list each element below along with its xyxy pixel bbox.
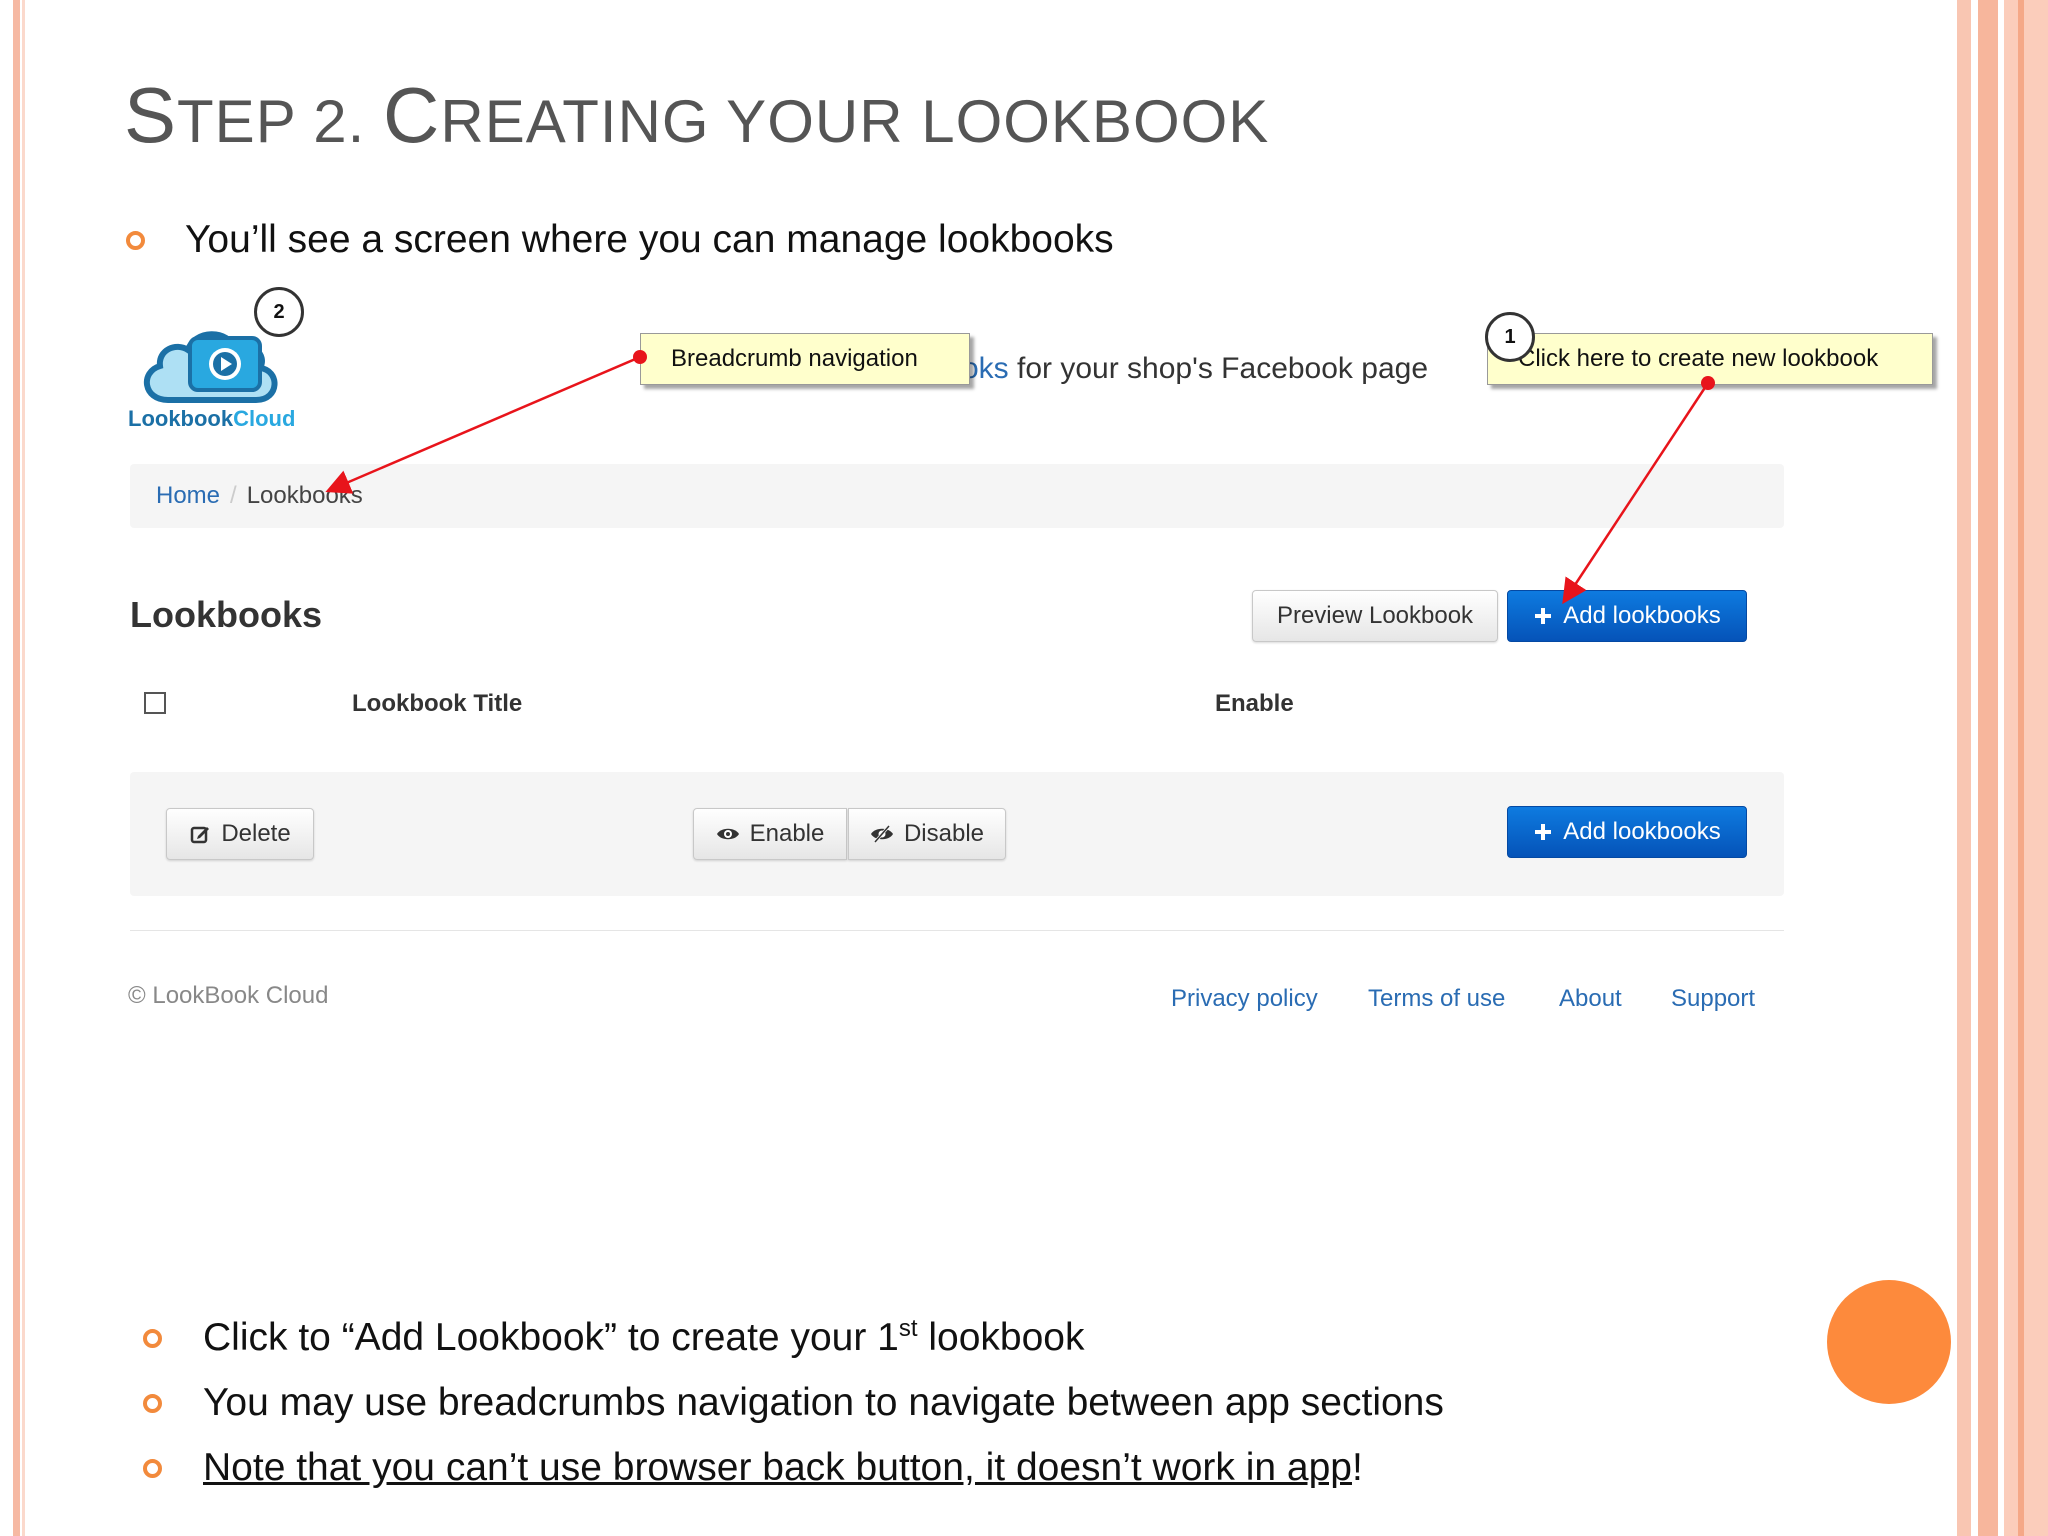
eye-slash-icon <box>870 825 894 843</box>
frame-stripe-right-3 <box>2004 0 2048 1536</box>
eye-icon <box>716 826 740 842</box>
frame-stripe-right <box>1957 0 1971 1536</box>
title-part: TEP 2. <box>177 88 384 155</box>
bullet-back-button-note: Note that you can’t use browser back but… <box>143 1446 1363 1490</box>
breadcrumb-home-link[interactable]: Home <box>156 482 220 510</box>
plus-icon <box>1533 822 1553 842</box>
breadcrumb-current: Lookbooks <box>246 482 363 509</box>
footer-link-privacy[interactable]: Privacy policy <box>1171 985 1318 1013</box>
bullet-text: You may use breadcrumbs navigation to na… <box>203 1381 1444 1424</box>
intro-bullet: You’ll see a screen where you can manage… <box>126 218 1114 262</box>
callout-breadcrumb: Breadcrumb navigation <box>640 333 970 385</box>
slide-title: STEP 2. CREATING YOUR LOOKBOOK <box>124 70 1269 161</box>
column-header-title[interactable]: Lookbook Title <box>352 690 522 718</box>
title-part: REATING YOUR LOOKBOOK <box>440 88 1270 155</box>
breadcrumb: Home / Lookbooks <box>130 464 1784 528</box>
bullet-add-lookbook: Click to “Add Lookbook” to create your 1… <box>143 1316 1084 1360</box>
callout-add-text: Click here to create new lookbook <box>1518 345 1879 372</box>
bullet-ring-icon <box>143 1458 162 1478</box>
bullet-text-part: Click to “Add Lookbook” to create your 1 <box>203 1316 899 1359</box>
edit-icon <box>189 823 211 845</box>
callout-add-lookbook: Click here to create new lookbook <box>1487 333 1933 385</box>
bullet-text-part: ! <box>1351 1446 1363 1489</box>
enable-button[interactable]: Enable <box>693 808 847 860</box>
delete-label: Delete <box>221 820 291 847</box>
bullet-text: You’ll see a screen where you can manage… <box>185 218 1114 261</box>
bullet-breadcrumbs: You may use breadcrumbs navigation to na… <box>143 1381 1444 1425</box>
add-lookbooks-button[interactable]: Add lookbooks <box>1507 590 1747 642</box>
plus-icon <box>1533 606 1553 626</box>
breadcrumb-separator: / <box>230 482 237 509</box>
add-lookbooks-label: Add lookbooks <box>1563 602 1721 629</box>
bullet-ring-icon <box>143 1328 162 1348</box>
delete-button[interactable]: Delete <box>166 808 314 860</box>
page-title: Lookbooks <box>130 594 323 635</box>
add-lookbooks-bottom-label: Add lookbooks <box>1563 818 1721 845</box>
frame-stripe-right-4 <box>2018 0 2024 1536</box>
logo-text-b: Cloud <box>233 406 296 431</box>
bullet-underlined-text: Note that you can’t use browser back but… <box>203 1446 1352 1489</box>
frame-stripe-left-inner <box>22 0 25 1536</box>
app-tagline: oks for your shop's Facebook page <box>962 352 1428 386</box>
footer-link-about[interactable]: About <box>1559 985 1622 1013</box>
footer-divider <box>130 930 1784 931</box>
enable-label: Enable <box>749 820 825 847</box>
bullet-text: Click to “Add Lookbook” to create your 1… <box>203 1316 1084 1360</box>
step-number-1: 1 <box>1485 312 1535 362</box>
callout-breadcrumb-text: Breadcrumb navigation <box>671 345 918 372</box>
footer-link-support[interactable]: Support <box>1671 985 1755 1013</box>
select-all-checkbox[interactable] <box>144 692 166 714</box>
step-number-2: 2 <box>254 287 304 337</box>
title-letter: C <box>383 71 441 159</box>
disable-button[interactable]: Disable <box>848 808 1006 860</box>
bullet-text: Note that you can’t use browser back but… <box>203 1446 1363 1490</box>
logo-text-a: Lookbook <box>128 406 234 431</box>
disable-label: Disable <box>903 820 985 847</box>
bullet-superscript: st <box>898 1315 918 1342</box>
preview-lookbook-button[interactable]: Preview Lookbook <box>1252 590 1498 642</box>
decorative-orange-circle <box>1827 1280 1951 1404</box>
footer-link-terms[interactable]: Terms of use <box>1368 985 1505 1013</box>
tagline-text: for your shop's Facebook page <box>1008 352 1428 385</box>
column-header-enable[interactable]: Enable <box>1215 690 1294 718</box>
bullet-ring-icon <box>126 230 145 250</box>
frame-stripe-right-2 <box>1978 0 1998 1536</box>
title-letter: S <box>124 71 178 159</box>
step-number-2-text: 2 <box>273 300 285 323</box>
footer-copyright: © LookBook Cloud <box>128 982 329 1009</box>
step-number-1-text: 1 <box>1504 325 1516 348</box>
frame-stripe-left <box>13 0 20 1536</box>
logo-text: LookbookCloud <box>128 406 295 432</box>
bullet-ring-icon <box>143 1393 162 1413</box>
preview-lookbook-label: Preview Lookbook <box>1276 602 1474 629</box>
bullet-text-part: lookbook <box>917 1316 1085 1359</box>
add-lookbooks-bottom-button[interactable]: Add lookbooks <box>1507 806 1747 858</box>
